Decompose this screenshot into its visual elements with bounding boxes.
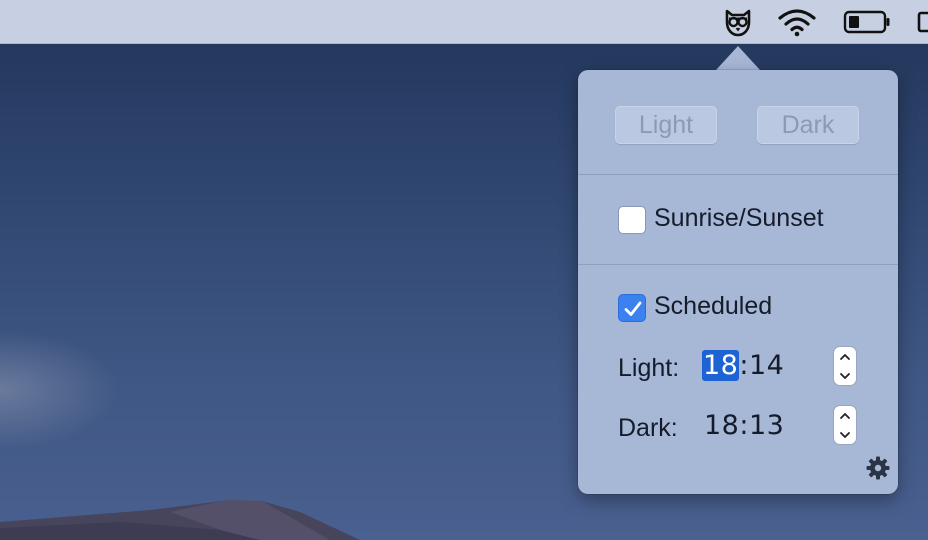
dark-time-label: Dark: <box>618 414 678 442</box>
sunrise-sunset-checkbox[interactable] <box>618 206 646 234</box>
light-time-hour[interactable]: 18 <box>702 350 740 381</box>
light-time-label: Light: <box>618 354 680 382</box>
dark-time-field[interactable]: 18:13 <box>704 410 784 441</box>
dark-time-stepper[interactable] <box>833 405 857 445</box>
dark-mode-button[interactable]: Dark <box>757 106 859 144</box>
owl-icon[interactable] <box>720 6 756 38</box>
stepper-down-icon[interactable] <box>834 366 856 385</box>
night-owl-popover: Light Dark Sunrise/Sunset Scheduled Ligh… <box>578 70 898 494</box>
light-time-stepper[interactable] <box>833 346 857 386</box>
divider <box>578 264 898 265</box>
stepper-up-icon[interactable] <box>834 406 856 425</box>
stepper-up-icon[interactable] <box>834 347 856 366</box>
checkmark-icon <box>624 301 642 316</box>
display-icon[interactable] <box>916 6 928 38</box>
light-time-field[interactable]: 18:14 <box>702 350 784 381</box>
gear-icon[interactable] <box>865 455 891 481</box>
stepper-down-icon[interactable] <box>834 425 856 444</box>
scheduled-label[interactable]: Scheduled <box>654 292 772 321</box>
divider <box>578 174 898 175</box>
light-mode-button[interactable]: Light <box>615 106 717 144</box>
battery-icon[interactable] <box>842 6 892 38</box>
light-time-minutes[interactable]: :14 <box>739 350 784 381</box>
popover-arrow <box>716 46 760 70</box>
sunrise-sunset-label[interactable]: Sunrise/Sunset <box>654 204 824 233</box>
wifi-icon[interactable] <box>776 6 818 38</box>
scheduled-checkbox[interactable] <box>618 294 646 322</box>
menu-bar <box>0 0 928 44</box>
